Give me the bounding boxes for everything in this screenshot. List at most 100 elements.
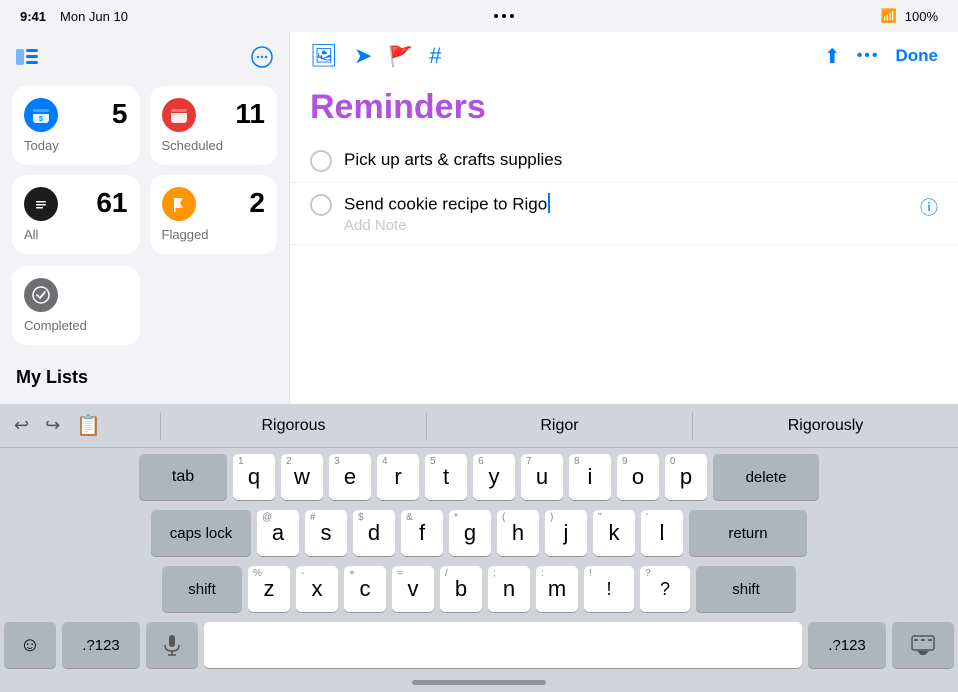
key-o[interactable]: 9o xyxy=(617,454,659,500)
reminder-checkbox-2[interactable] xyxy=(310,194,332,216)
suggestion-1[interactable]: Rigor xyxy=(427,409,692,443)
key-row-2: caps lock @a #s $d &f *g (h )j "k 'l ret… xyxy=(4,510,954,556)
keyboard: tab 1q 2w 3e 4r 5t 6y 7u 8i 9o 0p delete… xyxy=(0,448,958,672)
reminder-item-2: Send cookie recipe to Rigo Add Note ⓘ xyxy=(290,183,958,245)
space-key[interactable] xyxy=(204,622,802,668)
all-icon xyxy=(24,187,58,221)
home-bar xyxy=(412,680,546,685)
battery-label: 100% xyxy=(905,9,938,24)
smart-list-all[interactable]: 61 All xyxy=(12,175,140,254)
undo-button[interactable]: ↩ xyxy=(10,411,33,440)
info-button-2[interactable]: ⓘ xyxy=(920,194,938,220)
key-l[interactable]: 'l xyxy=(641,510,683,556)
flagged-count: 2 xyxy=(249,187,265,219)
key-v[interactable]: =v xyxy=(392,566,434,612)
flagged-icon xyxy=(162,187,196,221)
status-bar: 9:41 Mon Jun 10 📶 100% xyxy=(0,0,958,32)
return-key[interactable]: return xyxy=(689,510,807,556)
done-button[interactable]: Done xyxy=(896,46,939,66)
suggestion-2[interactable]: Rigorously xyxy=(693,409,958,443)
sidebar-toggle-button[interactable] xyxy=(12,42,42,72)
all-count: 61 xyxy=(96,187,127,219)
reminder-text-1: Pick up arts & crafts supplies xyxy=(344,149,938,171)
paste-button[interactable]: 📋 xyxy=(72,409,105,442)
location-icon[interactable]: ➤ xyxy=(354,43,372,69)
reminder-checkbox-1[interactable] xyxy=(310,150,332,172)
key-x[interactable]: -x xyxy=(296,566,338,612)
key-g[interactable]: *g xyxy=(449,510,491,556)
redo-button[interactable]: ↪ xyxy=(41,411,64,440)
add-note-text[interactable]: Add Note xyxy=(344,217,908,234)
wifi-icon: 📶 xyxy=(881,8,897,24)
tab-key[interactable]: tab xyxy=(139,454,227,500)
flag-icon[interactable]: 🚩 xyxy=(388,44,413,69)
delete-key[interactable]: delete xyxy=(713,454,819,500)
toolbar-right: ⬆ ••• Done xyxy=(824,44,938,69)
shift-right-key[interactable]: shift xyxy=(696,566,796,612)
key-w[interactable]: 2w xyxy=(281,454,323,500)
scheduled-icon-row: 11 xyxy=(162,98,266,132)
key-r[interactable]: 4r xyxy=(377,454,419,500)
key-c[interactable]: +c xyxy=(344,566,386,612)
key-u[interactable]: 7u xyxy=(521,454,563,500)
smart-list-completed[interactable]: Completed xyxy=(12,266,140,345)
numsym-right-key[interactable]: .?123 xyxy=(808,622,886,668)
keyboard-area: ↩ ↪ 📋 Rigorous Rigor Rigorously tab 1q 2… xyxy=(0,404,958,692)
key-z[interactable]: %z xyxy=(248,566,290,612)
completed-icon xyxy=(24,278,58,312)
home-indicator xyxy=(0,672,958,692)
key-exclaim[interactable]: !! xyxy=(584,566,634,612)
key-p[interactable]: 0p xyxy=(665,454,707,500)
suggestion-0[interactable]: Rigorous xyxy=(161,409,426,443)
reminders-title: Reminders xyxy=(290,80,958,139)
today-label: Today xyxy=(24,138,128,153)
numsym-key[interactable]: .?123 xyxy=(62,622,140,668)
completed-row: Completed xyxy=(12,266,277,345)
status-right: 📶 100% xyxy=(881,8,938,24)
autocorrect-bar: ↩ ↪ 📋 Rigorous Rigor Rigorously xyxy=(0,404,958,448)
key-s[interactable]: #s xyxy=(305,510,347,556)
today-icon: 5 xyxy=(24,98,58,132)
autocorrect-suggestions: Rigorous Rigor Rigorously xyxy=(161,409,958,443)
sidebar-more-button[interactable] xyxy=(247,42,277,72)
camera-icon[interactable]: 🖼 xyxy=(310,43,338,69)
key-k[interactable]: "k xyxy=(593,510,635,556)
reminder-item-1: Pick up arts & crafts supplies xyxy=(290,139,958,183)
shift-left-key[interactable]: shift xyxy=(162,566,242,612)
key-i[interactable]: 8i xyxy=(569,454,611,500)
share-icon[interactable]: ⬆ xyxy=(824,44,841,69)
hashtag-icon[interactable]: # xyxy=(429,43,441,69)
key-question[interactable]: ?? xyxy=(640,566,690,612)
all-label: All xyxy=(24,227,128,242)
flagged-label: Flagged xyxy=(162,227,266,242)
key-a[interactable]: @a xyxy=(257,510,299,556)
smart-list-scheduled[interactable]: 11 Scheduled xyxy=(150,86,278,165)
key-row-3: shift %z -x +c =v /b ;n :m !! ?? shift xyxy=(4,566,954,612)
key-y[interactable]: 6y xyxy=(473,454,515,500)
key-f[interactable]: &f xyxy=(401,510,443,556)
key-t[interactable]: 5t xyxy=(425,454,467,500)
flagged-icon-row: 2 xyxy=(162,187,266,221)
key-q[interactable]: 1q xyxy=(233,454,275,500)
all-icon-row: 61 xyxy=(24,187,128,221)
smart-list-flagged[interactable]: 2 Flagged xyxy=(150,175,278,254)
key-n[interactable]: ;n xyxy=(488,566,530,612)
emoji-key[interactable]: ☺ xyxy=(4,622,56,668)
today-count: 5 xyxy=(112,98,128,130)
hide-keyboard-key[interactable] xyxy=(892,622,954,668)
key-d[interactable]: $d xyxy=(353,510,395,556)
smart-list-today[interactable]: 5 5 Today xyxy=(12,86,140,165)
key-e[interactable]: 3e xyxy=(329,454,371,500)
status-time: 9:41 xyxy=(20,9,46,24)
key-j[interactable]: )j xyxy=(545,510,587,556)
status-dots xyxy=(494,14,514,18)
key-h[interactable]: (h xyxy=(497,510,539,556)
more-icon[interactable]: ••• xyxy=(857,47,880,65)
capslock-key[interactable]: caps lock xyxy=(151,510,251,556)
my-lists-label: My Lists xyxy=(12,367,277,388)
key-m[interactable]: :m xyxy=(536,566,578,612)
reminder-text-2: Send cookie recipe to Rigo xyxy=(344,193,908,215)
key-b[interactable]: /b xyxy=(440,566,482,612)
mic-key[interactable] xyxy=(146,622,198,668)
toolbar-left: 🖼 ➤ 🚩 # xyxy=(310,43,442,69)
